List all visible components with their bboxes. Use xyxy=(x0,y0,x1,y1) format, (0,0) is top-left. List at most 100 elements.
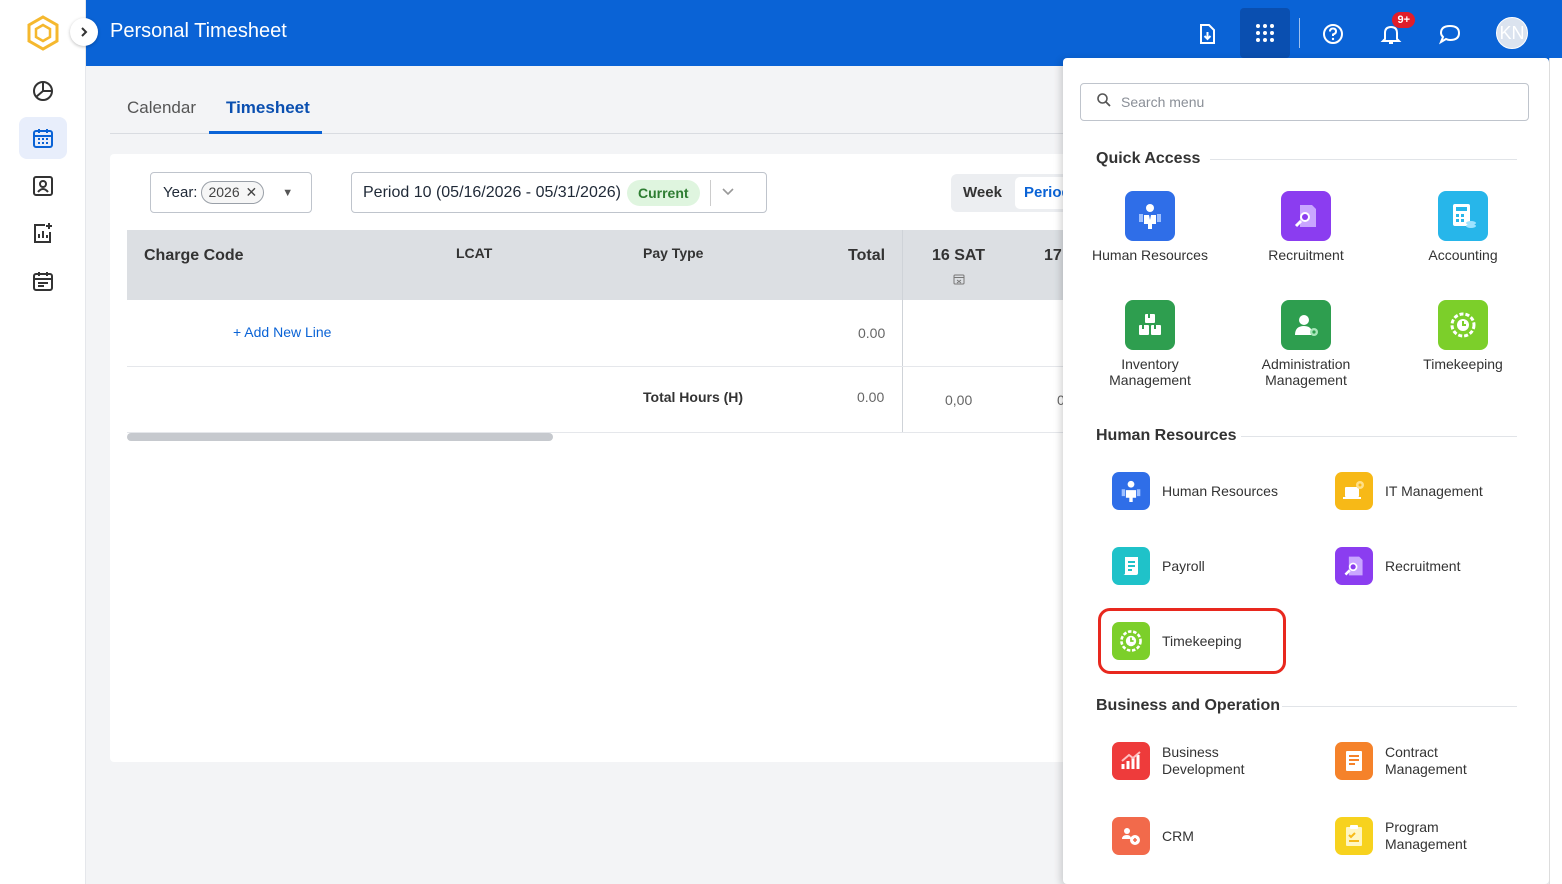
period-select-divider xyxy=(709,179,711,206)
year-dropdown-caret-icon[interactable]: ▼ xyxy=(282,187,293,199)
table-header: Charge Code LCAT Pay Type Total 16 SAT 1… xyxy=(127,230,1070,300)
day-16-total: 0,00 xyxy=(945,392,973,408)
download-document-icon[interactable] xyxy=(1185,12,1229,56)
tab-timesheet[interactable]: Timesheet xyxy=(226,98,310,118)
calendar-nav-icon[interactable] xyxy=(19,117,67,159)
quick-accounting-label: Accounting xyxy=(1428,247,1498,263)
menu-recruitment[interactable]: Recruitment xyxy=(1335,546,1460,586)
view-mode-toggle: Week Period xyxy=(951,174,1070,212)
period-chevron-down-icon[interactable] xyxy=(721,184,735,202)
menu-business-development-label: Business Development xyxy=(1162,744,1245,777)
notification-badge: 9+ xyxy=(1392,12,1415,28)
search-menu-input[interactable] xyxy=(1121,94,1501,110)
year-chip: 2026 ✕ xyxy=(201,181,265,204)
quick-access-heading: Quick Access xyxy=(1096,150,1201,167)
quick-inventory-management[interactable]: Inventory Management xyxy=(1080,300,1220,388)
quick-timekeeping[interactable]: Timekeeping xyxy=(1393,300,1533,372)
quick-human-resources[interactable]: Human Resources xyxy=(1080,191,1220,263)
period-select[interactable]: Period 10 (05/16/2026 - 05/31/2026) Curr… xyxy=(351,172,767,213)
total-hours-row: Total Hours (H) 0.00 0,00 0 xyxy=(127,367,1070,433)
menu-it-management-label: IT Management xyxy=(1385,483,1483,499)
page-title: Personal Timesheet xyxy=(110,20,287,42)
quick-recruitment[interactable]: Recruitment xyxy=(1236,191,1376,263)
menu-search-box[interactable] xyxy=(1080,83,1529,121)
schedule-nav-icon[interactable] xyxy=(19,260,67,302)
apps-grid-icon[interactable] xyxy=(1240,8,1290,58)
table-horizontal-scrollbar[interactable] xyxy=(127,433,1070,441)
contract-management-icon xyxy=(1335,742,1373,780)
view-tabs: Calendar Timesheet xyxy=(110,86,1070,134)
quick-timekeeping-label: Timekeeping xyxy=(1423,356,1503,372)
recruitment-icon xyxy=(1281,191,1331,241)
panel-scrollbar[interactable] xyxy=(1549,58,1562,884)
header-divider xyxy=(1299,18,1300,48)
contact-card-nav-icon[interactable] xyxy=(19,165,67,207)
notification-bell-icon[interactable]: 9+ xyxy=(1369,12,1415,56)
top-header: Personal Timesheet 9+ KN xyxy=(86,0,1562,66)
it-management-icon xyxy=(1335,472,1373,510)
business-operation-divider xyxy=(1282,706,1517,707)
year-chip-value: 2026 xyxy=(208,184,240,200)
left-rail xyxy=(0,0,98,884)
timekeeping-icon xyxy=(1438,300,1488,350)
day-calendar-icon[interactable] xyxy=(953,272,965,290)
expand-sidebar-button[interactable] xyxy=(70,18,98,46)
tab-calendar[interactable]: Calendar xyxy=(127,98,196,118)
user-avatar[interactable]: KN xyxy=(1496,17,1528,49)
human-resources-icon xyxy=(1112,472,1150,510)
report-add-nav-icon[interactable] xyxy=(19,212,67,254)
menu-crm[interactable]: CRM xyxy=(1112,816,1194,856)
menu-program-management[interactable]: Program Management xyxy=(1335,816,1485,856)
chat-icon[interactable] xyxy=(1428,12,1472,56)
menu-business-development[interactable]: Business Development xyxy=(1112,741,1262,781)
inventory-management-icon xyxy=(1125,300,1175,350)
active-tab-indicator xyxy=(209,131,322,134)
menu-human-resources[interactable]: Human Resources xyxy=(1112,471,1278,511)
timekeeping-highlight-annotation xyxy=(1098,608,1286,674)
menu-contract-management-label: Contract Management xyxy=(1385,744,1467,777)
header-day-16-sat: 16 SAT xyxy=(932,247,986,264)
business-development-icon xyxy=(1112,742,1150,780)
dashboard-nav-icon[interactable] xyxy=(19,70,67,112)
human-resources-divider xyxy=(1241,436,1517,437)
period-value: Period 10 (05/16/2026 - 05/31/2026) xyxy=(363,183,621,201)
menu-program-management-label: Program Management xyxy=(1385,819,1467,852)
quick-administration-management-label: Administration Management xyxy=(1261,356,1351,388)
header-pay-type: Pay Type xyxy=(643,245,704,261)
add-new-line-button[interactable]: + Add New Line xyxy=(233,324,331,340)
total-hours-label: Total Hours (H) xyxy=(643,389,744,405)
quick-human-resources-label: Human Resources xyxy=(1092,247,1208,263)
header-charge-code: Charge Code xyxy=(144,247,244,264)
search-icon xyxy=(1097,92,1111,112)
period-view-button[interactable]: Period xyxy=(1015,177,1070,209)
menu-human-resources-label: Human Resources xyxy=(1162,483,1278,499)
add-new-line-label: Add New Line xyxy=(244,324,332,340)
week-view-button[interactable]: Week xyxy=(963,184,1002,201)
plus-icon: + xyxy=(233,324,245,340)
menu-payroll[interactable]: Payroll xyxy=(1112,546,1205,586)
recruitment-icon xyxy=(1335,547,1373,585)
quick-administration-management[interactable]: Administration Management xyxy=(1236,300,1376,388)
total-hours-value: 0.00 xyxy=(857,389,885,405)
header-total: Total xyxy=(848,247,886,264)
business-operation-heading: Business and Operation xyxy=(1096,697,1281,714)
payroll-icon xyxy=(1112,547,1150,585)
add-line-row: + Add New Line 0.00 xyxy=(127,300,1070,367)
quick-recruitment-label: Recruitment xyxy=(1268,247,1344,263)
current-period-badge: Current xyxy=(626,179,700,206)
human-resources-heading: Human Resources xyxy=(1096,427,1237,444)
remove-year-icon[interactable]: ✕ xyxy=(246,184,258,200)
scrollbar-thumb[interactable] xyxy=(127,433,553,441)
help-icon[interactable] xyxy=(1311,12,1355,56)
header-day-17: 17 xyxy=(1044,247,1062,264)
header-lcat: LCAT xyxy=(456,245,493,261)
apps-menu-panel: Quick Access Human Resources Recruitment… xyxy=(1063,58,1562,884)
quick-inventory-management-label: Inventory Management xyxy=(1109,356,1191,388)
menu-contract-management[interactable]: Contract Management xyxy=(1335,741,1485,781)
menu-it-management[interactable]: IT Management xyxy=(1335,471,1483,511)
program-management-icon xyxy=(1335,817,1373,855)
year-label: Year: xyxy=(163,184,198,201)
year-select[interactable]: Year: 2026 ✕ ▼ xyxy=(150,172,312,213)
app-logo-icon[interactable] xyxy=(24,14,62,52)
quick-accounting[interactable]: Accounting xyxy=(1393,191,1533,263)
